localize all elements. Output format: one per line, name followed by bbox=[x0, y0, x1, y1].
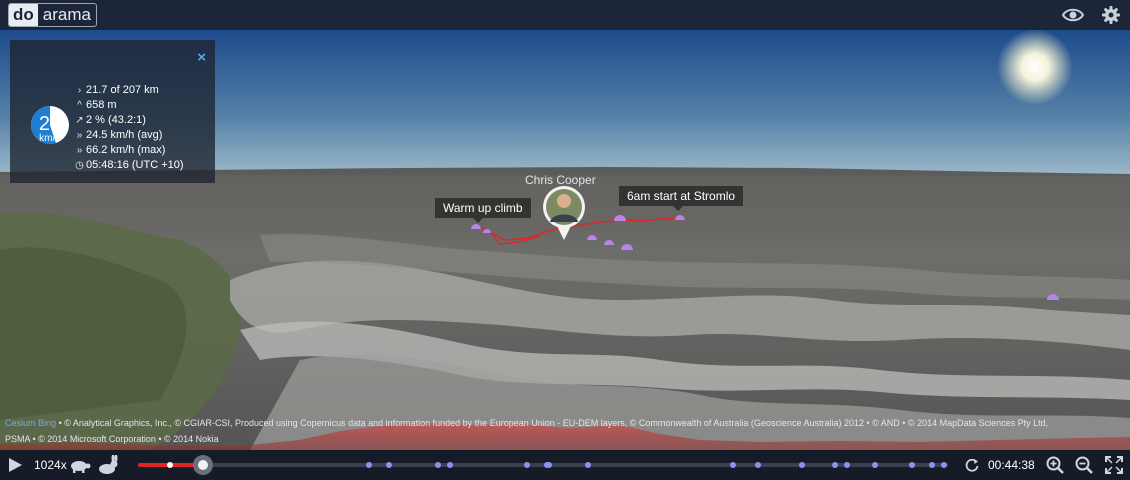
timeline-waypoint-marker[interactable] bbox=[928, 462, 935, 468]
stats-panel: × 28 km/h › 21.7 of 207 km ^ 658 m ↗ 2 % (4… bbox=[10, 40, 215, 183]
timeline-waypoint-marker[interactable] bbox=[434, 462, 441, 468]
gradient-icon: ↗ bbox=[75, 115, 84, 126]
eye-icon[interactable] bbox=[1061, 5, 1085, 25]
stat-max-speed: » 66.2 km/h (max) bbox=[75, 143, 184, 158]
timeline-waypoint-marker[interactable] bbox=[386, 462, 393, 468]
attribution-line1: • © Analytical Graphics, Inc., © CGIAR-C… bbox=[58, 418, 1049, 428]
timeline-waypoint-marker[interactable] bbox=[831, 462, 838, 468]
stat-distance: › 21.7 of 207 km bbox=[75, 83, 184, 98]
callout-start-stromlo[interactable]: 6am start at Stromlo bbox=[619, 186, 744, 211]
timeline-waypoint-marker[interactable] bbox=[730, 462, 737, 468]
timeline-waypoint-marker[interactable] bbox=[908, 462, 915, 468]
playback-bar: 1024x 00:44:38 bbox=[0, 450, 1130, 480]
stat-text: 05:48:16 (UTC +10) bbox=[86, 159, 184, 171]
timeline-waypoint-marker[interactable] bbox=[523, 462, 530, 468]
attribution: Cesium Bing • © Analytical Graphics, Inc… bbox=[5, 415, 1125, 447]
replay-icon[interactable] bbox=[965, 458, 979, 477]
stat-text: 658 m bbox=[86, 99, 117, 111]
top-bar: do arama bbox=[0, 0, 1130, 30]
gear-icon[interactable] bbox=[1100, 5, 1122, 25]
callout-warm-up-climb[interactable]: Warm up climb bbox=[435, 198, 531, 223]
stat-elevation: ^ 658 m bbox=[75, 98, 184, 113]
attribution-line2: PSMA • © 2014 Microsoft Corporation • © … bbox=[5, 434, 219, 444]
timeline-waypoint-marker[interactable] bbox=[754, 462, 761, 468]
stats-list: › 21.7 of 207 km ^ 658 m ↗ 2 % (43.2:1) » 24… bbox=[75, 83, 184, 173]
attribution-link-bing[interactable]: Bing bbox=[38, 418, 56, 428]
elapsed-time: 00:44:38 bbox=[988, 458, 1035, 472]
timeline-waypoint-marker[interactable] bbox=[584, 462, 591, 468]
fullscreen-icon[interactable] bbox=[1105, 456, 1123, 479]
stat-text: 2 % (43.2:1) bbox=[86, 114, 146, 126]
close-icon[interactable]: × bbox=[197, 50, 206, 65]
timeline-waypoint-marker[interactable] bbox=[872, 462, 879, 468]
timeline-waypoint-marker[interactable] bbox=[365, 462, 372, 468]
elevation-icon: ^ bbox=[77, 100, 82, 111]
zoom-out-icon[interactable] bbox=[1075, 456, 1093, 479]
timeline-waypoint-marker[interactable] bbox=[167, 462, 174, 468]
timeline-track[interactable] bbox=[138, 463, 948, 467]
turtle-icon[interactable] bbox=[69, 457, 91, 478]
doarama-logo[interactable]: do arama bbox=[8, 3, 97, 27]
speed-icon: » bbox=[76, 145, 83, 156]
play-icon[interactable] bbox=[7, 457, 23, 478]
timeline-handle[interactable] bbox=[192, 455, 213, 475]
logo-part1: do bbox=[9, 4, 38, 26]
playback-speed: 1024x bbox=[34, 458, 67, 472]
timeline-waypoint-marker[interactable] bbox=[546, 462, 553, 468]
stat-avg-speed: » 24.5 km/h (avg) bbox=[75, 128, 184, 143]
logo-part2: arama bbox=[42, 5, 91, 24]
rider-name: Chris Cooper bbox=[525, 173, 596, 187]
timeline-waypoint-marker[interactable] bbox=[799, 462, 806, 468]
stat-text: 66.2 km/h (max) bbox=[86, 144, 166, 156]
rabbit-icon[interactable] bbox=[96, 454, 120, 480]
speed-value: 28 bbox=[38, 113, 62, 135]
speed-gauge: 28 km/h bbox=[29, 104, 71, 146]
attribution-link-cesium[interactable]: Cesium bbox=[5, 418, 36, 428]
stat-text: 24.5 km/h (avg) bbox=[86, 129, 163, 141]
speed-unit: km/h bbox=[39, 133, 61, 144]
stat-text: 21.7 of 207 km bbox=[86, 84, 159, 96]
speed-icon: » bbox=[76, 130, 83, 141]
timeline-waypoint-marker[interactable] bbox=[940, 462, 947, 468]
timeline-waypoint-marker[interactable] bbox=[843, 462, 850, 468]
stat-gradient: ↗ 2 % (43.2:1) bbox=[75, 113, 184, 128]
stat-clock: ◷ 05:48:16 (UTC +10) bbox=[75, 158, 184, 173]
sun bbox=[997, 29, 1073, 105]
clock-icon: ◷ bbox=[75, 160, 84, 171]
distance-icon: › bbox=[77, 85, 82, 96]
timeline-waypoint-marker[interactable] bbox=[446, 462, 453, 468]
zoom-in-icon[interactable] bbox=[1046, 456, 1064, 479]
